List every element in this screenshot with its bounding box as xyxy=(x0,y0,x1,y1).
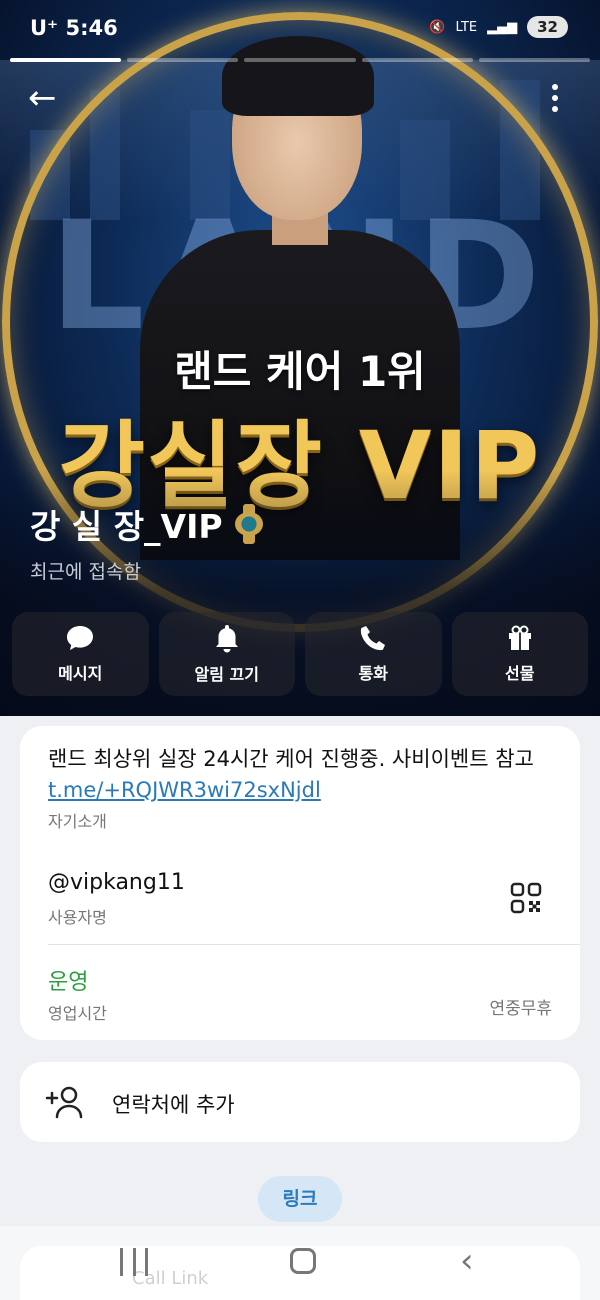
gift-icon xyxy=(508,625,531,650)
message-button[interactable]: 메시지 xyxy=(12,612,149,696)
add-person-icon xyxy=(45,1086,83,1119)
nav-back-icon[interactable]: ‹ xyxy=(460,1244,474,1278)
network-label: LTE xyxy=(455,19,478,35)
profile-name: 강 실 장_VIP xyxy=(30,507,223,546)
links-tab-chip[interactable]: 링크 xyxy=(258,1176,342,1222)
carrier-label: U⁺ xyxy=(30,16,59,40)
username-caption: 사용자명 xyxy=(48,908,107,927)
bio-link[interactable]: t.me/+RQJWR3wi72sxNjdl xyxy=(48,778,321,802)
call-button[interactable]: 통화 xyxy=(305,612,442,696)
gift-button[interactable]: 선물 xyxy=(451,612,588,696)
bio: 랜드 최상위 실장 24시간 케어 진행중. 사비이벤트 참고 t.me/+RQ… xyxy=(48,744,548,806)
message-icon xyxy=(67,626,94,650)
call-label: 통화 xyxy=(358,664,388,683)
story-progress xyxy=(10,58,591,62)
gift-label: 선물 xyxy=(505,664,535,683)
profile-header: LAND 랜드 케어 1위 강실장 VIP U⁺ 5:46 🔇 LTE ▂▄▆ … xyxy=(0,0,600,716)
clock: 5:46 xyxy=(65,16,118,40)
bio-caption: 자기소개 xyxy=(48,812,107,831)
last-seen: 최근에 접속함 xyxy=(30,561,141,583)
hours-status: 운영 xyxy=(48,970,89,995)
profile-info-card: 랜드 최상위 실장 24시간 케어 진행중. 사비이벤트 참고 t.me/+RQ… xyxy=(20,726,580,1040)
mute-label: 알림 끄기 xyxy=(194,665,259,684)
message-label: 메시지 xyxy=(58,664,103,683)
username[interactable]: @vipkang11 xyxy=(48,870,185,895)
more-options-icon[interactable] xyxy=(552,84,560,112)
recent-apps-icon[interactable] xyxy=(120,1248,148,1276)
phone-icon xyxy=(361,626,386,651)
action-bar: 메시지 알림 끄기 통화 선물 xyxy=(12,612,588,696)
qr-code-icon[interactable] xyxy=(510,882,542,914)
hours-note: 연중무휴 xyxy=(489,999,552,1019)
watch-emoji-icon xyxy=(233,504,265,544)
bio-text: 랜드 최상위 실장 24시간 케어 진행중. 사비이벤트 참고 xyxy=(48,747,534,771)
hours-caption: 영업시간 xyxy=(48,1004,107,1023)
home-icon[interactable] xyxy=(290,1248,316,1274)
signal-icon: ▂▄▆ xyxy=(487,19,518,35)
add-contact-label: 연락처에 추가 xyxy=(112,1093,235,1117)
back-arrow-icon[interactable]: ← xyxy=(28,80,64,116)
profile-name-row: 강 실 장_VIP xyxy=(30,500,265,548)
mute-notifications-button[interactable]: 알림 끄기 xyxy=(158,612,295,696)
add-contact-button[interactable]: 연락처에 추가 xyxy=(20,1062,580,1142)
bell-icon xyxy=(215,625,238,653)
mute-icon: 🔇 xyxy=(429,19,446,35)
status-bar: U⁺ 5:46 🔇 LTE ▂▄▆ 32 xyxy=(0,0,600,56)
battery-indicator: 32 xyxy=(527,16,568,38)
